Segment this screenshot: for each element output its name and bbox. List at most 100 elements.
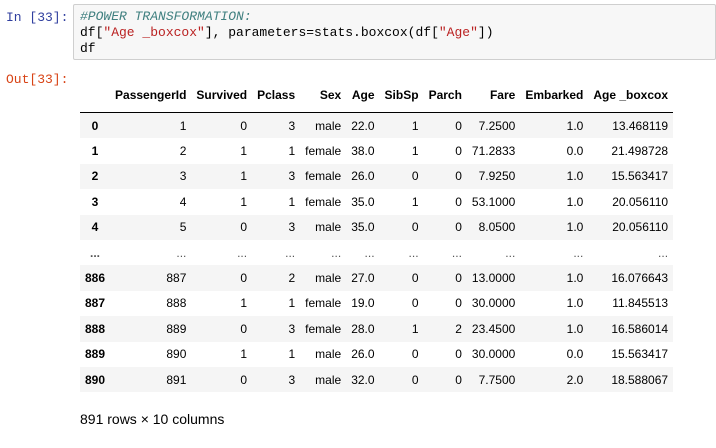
table-cell: 0: [240, 321, 248, 336]
row-index: 890: [85, 372, 106, 387]
code-line-3: df: [80, 41, 96, 56]
table-cell: 1: [288, 347, 296, 362]
table-cell: 0: [455, 220, 462, 235]
row-index: 0: [91, 118, 99, 133]
table-cell: 0: [455, 118, 462, 133]
table-cell: 38.0: [351, 144, 375, 159]
column-header: Parch: [423, 78, 467, 113]
column-header: SibSp: [379, 78, 424, 113]
table-cell: male: [315, 347, 342, 362]
table-cell: 1: [240, 296, 248, 311]
table-cell: 4: [179, 194, 187, 209]
table-cell: ...: [573, 245, 584, 260]
table-cell: 27.0: [351, 271, 375, 286]
table-cell: male: [315, 372, 342, 387]
table-cell: 1: [411, 321, 419, 336]
table-cell: male: [315, 220, 342, 235]
table-row: 2 3 1 3 female 26.0 0 0 7.9250 1.0 15.563417: [80, 163, 674, 190]
table-cell: 13.0000: [471, 271, 516, 286]
table-cell: 0.0: [566, 347, 584, 362]
table-cell: 0: [240, 220, 248, 235]
table-cell: 35.0: [351, 220, 375, 235]
table-cell: 0: [455, 372, 462, 387]
output-area: PassengerId Survived Pclass Sex Age SibSp Parc…: [80, 78, 710, 393]
table-cell: male: [315, 118, 342, 133]
table-cell: 1: [240, 194, 248, 209]
table-cell: ...: [331, 245, 342, 260]
table-cell: 3: [288, 321, 296, 336]
table-cell: 0.0: [566, 144, 584, 159]
table-cell: 1.0: [566, 169, 584, 184]
table-cell: 26.0: [351, 347, 375, 362]
table-cell: 1.0: [566, 118, 584, 133]
table-cell: 1.0: [566, 220, 584, 235]
table-cell: ...: [505, 245, 516, 260]
table-cell: 889: [166, 321, 187, 336]
row-index: 4: [91, 220, 99, 235]
table-cell: ...: [285, 245, 296, 260]
table-cell: 3: [288, 372, 296, 387]
table-row: 887 888 1 1 female 19.0 0 0 30.0000 1.0 11.845513: [80, 290, 674, 317]
output-prompt: Out[33]:: [6, 72, 69, 87]
table-cell: 1.0: [566, 321, 584, 336]
table-cell: 1: [288, 144, 296, 159]
column-header: Age: [346, 78, 380, 113]
table-row: 1 2 1 1 female 38.0 1 0 71.2833 0.0 21.498728: [80, 138, 674, 164]
table-cell: 20.056110: [612, 220, 669, 235]
table-cell: 0: [411, 296, 419, 311]
table-cell: 30.0000: [471, 347, 516, 362]
table-cell: ...: [237, 245, 248, 260]
table-cell: 7.2500: [478, 118, 516, 133]
input-prompt: In [33]:: [6, 10, 69, 25]
row-index: 3: [91, 194, 99, 209]
table-cell: 0: [455, 271, 462, 286]
column-header: Sex: [300, 78, 347, 113]
table-cell: 1: [240, 347, 248, 362]
table-cell: 7.7500: [478, 372, 516, 387]
table-cell: 890: [166, 347, 187, 362]
dataframe-shape-note: 891 rows × 10 columns: [80, 411, 225, 427]
table-cell: 0: [240, 372, 248, 387]
table-cell: 1.0: [566, 296, 584, 311]
table-cell: 0: [455, 296, 462, 311]
table-cell: female: [305, 169, 342, 184]
table-cell: 3: [288, 169, 296, 184]
table-cell: 1.0: [566, 271, 584, 286]
column-header: Survived: [191, 78, 253, 113]
table-cell: 30.0000: [471, 296, 516, 311]
code-input-area[interactable]: #POWER TRANSFORMATION: df["Age _boxcox"]…: [73, 4, 716, 60]
table-row: 886 887 0 2 male 27.0 0 0 13.0000 1.0 16.076643: [80, 265, 674, 291]
table-cell: 0: [455, 194, 462, 209]
column-header: PassengerId: [110, 78, 192, 113]
table-cell: 16.586014: [611, 321, 669, 336]
row-index: 2: [91, 169, 99, 184]
row-index: 1: [91, 144, 99, 159]
table-cell: female: [305, 321, 342, 336]
table-cell: 3: [288, 220, 296, 235]
table-cell: male: [315, 271, 342, 286]
table-cell: ...: [408, 245, 419, 260]
table-cell: 15.563417: [611, 169, 669, 184]
row-index: 888: [85, 321, 106, 336]
table-header-row: PassengerId Survived Pclass Sex Age SibSp Parc…: [80, 78, 674, 113]
table-cell: 3: [288, 118, 296, 133]
code-token: ]): [477, 25, 494, 40]
table-cell: 888: [166, 296, 187, 311]
table-cell: 0: [411, 271, 419, 286]
table-cell: 21.498728: [611, 144, 669, 159]
table-row: 4 5 0 3 male 35.0 0 0 8.0500 1.0 20.056110: [80, 214, 674, 240]
code-string: "Age": [438, 25, 478, 40]
table-cell: 0: [240, 271, 248, 286]
table-cell: 2: [455, 321, 462, 336]
table-row: .................................: [80, 239, 674, 266]
table-cell: 0: [411, 220, 419, 235]
table-cell: 28.0: [351, 321, 375, 336]
table-cell: 2: [179, 144, 187, 159]
table-cell: 8.0500: [478, 220, 516, 235]
table-cell: 1: [411, 194, 419, 209]
table-cell: 0: [455, 347, 462, 362]
table-cell: 18.588067: [611, 372, 669, 387]
table-row: 0 1 0 3 male 22.0 1 0 7.2500 1.0 13.468119: [80, 112, 674, 139]
table-cell: 19.0: [351, 296, 375, 311]
table-row: 3 4 1 1 female 35.0 1 0 53.1000 1.0 20.056110: [80, 189, 674, 215]
